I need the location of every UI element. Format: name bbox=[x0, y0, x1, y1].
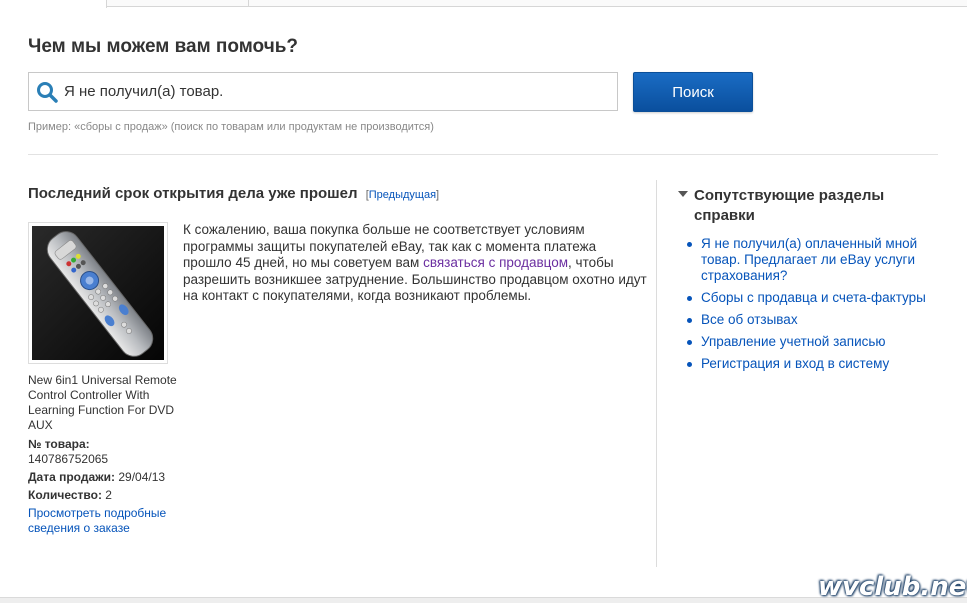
list-item: Управление учетной записью bbox=[686, 334, 946, 350]
search-input[interactable]: Я не получил(а) товар. bbox=[28, 72, 618, 111]
related-link-insurance[interactable]: Я не получил(а) оплаченный мной товар. П… bbox=[701, 236, 917, 283]
bullet-icon bbox=[687, 296, 692, 301]
contact-seller-link[interactable]: связаться с продавцом bbox=[423, 255, 568, 270]
related-link-feedback[interactable]: Все об отзывах bbox=[701, 312, 798, 327]
item-number-label: № товара: bbox=[28, 437, 90, 451]
search-icon bbox=[37, 81, 58, 103]
list-item: Сборы с продавца и счета-фактуры bbox=[686, 290, 946, 306]
related-link-account[interactable]: Управление учетной записью bbox=[701, 334, 886, 349]
previous-link[interactable]: Предыдущая bbox=[369, 189, 436, 201]
collapse-triangle-icon[interactable] bbox=[678, 191, 688, 197]
related-topics-heading[interactable]: Сопутствующие разделы справки bbox=[678, 186, 948, 226]
related-link-fees[interactable]: Сборы с продавца и счета-фактуры bbox=[701, 290, 926, 305]
related-link-signin[interactable]: Регистрация и вход в систему bbox=[701, 356, 889, 371]
quantity-value: 2 bbox=[105, 488, 112, 502]
quantity-label: Количество: bbox=[28, 488, 102, 502]
item-number-value: 140786752065 bbox=[28, 452, 109, 466]
sale-date-value: 29/04/13 bbox=[118, 470, 166, 484]
bullet-icon bbox=[687, 318, 692, 323]
search-button[interactable]: Поиск bbox=[633, 72, 753, 112]
search-input-value[interactable]: Я не получил(а) товар. bbox=[64, 83, 223, 100]
related-topics-title: Сопутствующие разделы справки bbox=[694, 187, 885, 224]
related-topics-list: Я не получил(а) оплаченный мной товар. П… bbox=[686, 236, 946, 378]
list-item: Все об отзывах bbox=[686, 312, 946, 328]
product-info: New 6in1 Universal Remote Control Contro… bbox=[28, 373, 178, 536]
list-item: Регистрация и вход в систему bbox=[686, 356, 946, 372]
bullet-icon bbox=[687, 242, 692, 247]
top-tab-strip bbox=[0, 0, 967, 8]
list-item: Я не получил(а) оплаченный мной товар. П… bbox=[686, 236, 946, 284]
search-hint: Пример: «сборы с продаж» (поиск по товар… bbox=[28, 121, 434, 133]
order-details-link[interactable]: Просмотреть подробные сведения о заказе bbox=[28, 506, 178, 536]
item-number-row: № товара: 140786752065 bbox=[28, 437, 178, 467]
divider bbox=[28, 154, 938, 155]
tab-divider bbox=[248, 0, 249, 7]
case-message: К сожалению, ваша покупка больше не соот… bbox=[183, 222, 648, 305]
remote-control-image bbox=[32, 226, 164, 360]
product-image[interactable] bbox=[28, 222, 168, 364]
previous-wrapper: [Предыдущая] bbox=[365, 189, 440, 201]
bullet-icon bbox=[687, 362, 692, 367]
column-divider bbox=[656, 180, 657, 567]
product-name: New 6in1 Universal Remote Control Contro… bbox=[28, 373, 177, 432]
watermark: wvclub.net bbox=[818, 572, 967, 602]
sale-date-row: Дата продажи: 29/04/13 bbox=[28, 470, 178, 485]
quantity-row: Количество: 2 bbox=[28, 488, 178, 503]
case-title: Последний срок открытия дела уже прошел … bbox=[28, 185, 439, 202]
tab-active[interactable] bbox=[0, 0, 107, 8]
page-title: Чем мы можем вам помочь? bbox=[28, 36, 299, 57]
sale-date-label: Дата продажи: bbox=[28, 470, 116, 484]
bullet-icon bbox=[687, 340, 692, 345]
case-title-text: Последний срок открытия дела уже прошел bbox=[28, 185, 358, 202]
